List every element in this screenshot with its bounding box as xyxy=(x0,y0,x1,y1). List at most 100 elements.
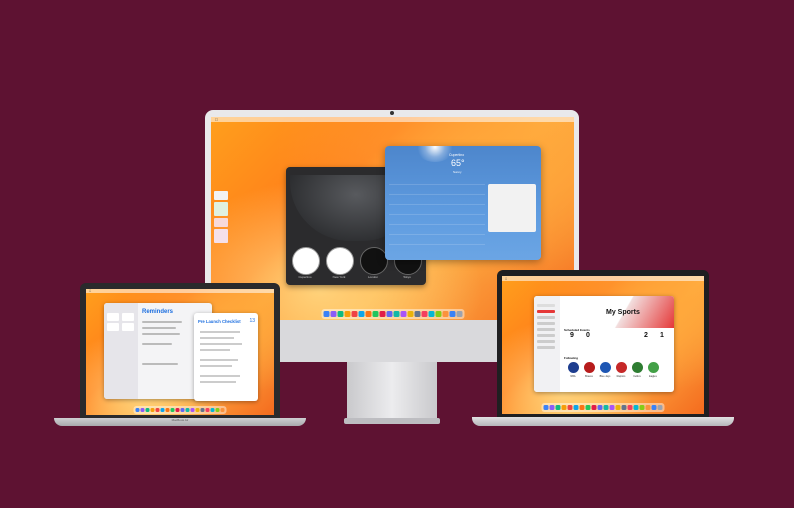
dock-app-icon[interactable] xyxy=(215,408,220,412)
dock-app-icon[interactable] xyxy=(205,408,210,412)
dock-app-icon[interactable] xyxy=(145,408,150,412)
clock-icon xyxy=(360,247,388,275)
weather-city: Cupertino xyxy=(449,153,465,157)
dock-app-icon[interactable] xyxy=(555,405,561,410)
dock-app-icon[interactable] xyxy=(615,405,621,410)
dock-app-icon[interactable] xyxy=(150,408,155,412)
dock-app-icon[interactable] xyxy=(365,311,371,317)
dock-app-icon[interactable] xyxy=(561,405,567,410)
mbp-dock xyxy=(541,403,665,412)
mbp-menu-bar[interactable]:  xyxy=(502,276,704,281)
dock-app-icon[interactable] xyxy=(543,405,549,410)
team-logo-icon[interactable] xyxy=(648,362,659,373)
dock-app-icon[interactable] xyxy=(200,408,205,412)
dock-app-icon[interactable] xyxy=(180,408,185,412)
mba-dock xyxy=(133,406,227,414)
team-logo-icon[interactable] xyxy=(584,362,595,373)
dock-app-icon[interactable] xyxy=(386,311,392,317)
team-logo-icon[interactable] xyxy=(568,362,579,373)
weather-map[interactable] xyxy=(488,184,536,232)
dock-app-icon[interactable] xyxy=(435,311,441,317)
dock-app-icon[interactable] xyxy=(400,311,406,317)
clock-icon xyxy=(326,247,354,275)
weather-condition: Sunny xyxy=(453,170,462,174)
dock-app-icon[interactable] xyxy=(567,405,573,410)
dock-app-icon[interactable] xyxy=(645,405,651,410)
dock-app-icon[interactable] xyxy=(639,405,645,410)
dock-app-icon[interactable] xyxy=(379,311,385,317)
clock-city: Cupertino xyxy=(298,275,312,279)
team-logo-icon[interactable] xyxy=(600,362,611,373)
dock-app-icon[interactable] xyxy=(597,405,603,410)
dock-app-icon[interactable] xyxy=(633,405,639,410)
dock-app-icon[interactable] xyxy=(358,311,364,317)
checklist-window[interactable]: Pre Launch Checklist 13 xyxy=(194,313,258,401)
team-label: Braves xyxy=(585,375,593,378)
dock-app-icon[interactable] xyxy=(627,405,633,410)
dock-app-icon[interactable] xyxy=(573,405,579,410)
dock-app-icon[interactable] xyxy=(351,311,357,317)
dock-app-icon[interactable] xyxy=(175,408,180,412)
weather-window[interactable]: Cupertino 65° Sunny xyxy=(385,146,541,260)
dock-app-icon[interactable] xyxy=(185,408,190,412)
dock-app-icon[interactable] xyxy=(140,408,145,412)
dock-app-icon[interactable] xyxy=(323,311,329,317)
dock-app-icon[interactable] xyxy=(337,311,343,317)
clock-icon xyxy=(292,247,320,275)
dock-app-icon[interactable] xyxy=(442,311,448,317)
dock-app-icon[interactable] xyxy=(549,405,555,410)
mba-menu-bar[interactable]:  xyxy=(86,289,274,293)
reminder-item[interactable] xyxy=(142,333,180,335)
dock-app-icon[interactable] xyxy=(449,311,455,317)
dock-app-icon[interactable] xyxy=(414,311,420,317)
dock-app-icon[interactable] xyxy=(579,405,585,410)
reminder-item[interactable] xyxy=(142,343,172,345)
score: 2 xyxy=(644,332,648,339)
camera-icon xyxy=(390,111,394,115)
dock-app-icon[interactable] xyxy=(160,408,165,412)
imac-stand-foot xyxy=(344,418,440,424)
sports-window[interactable]: My Sports Scheduled Events 9 0 2 1 Follo… xyxy=(534,296,674,392)
team-label: Raptors xyxy=(616,375,626,378)
dock-app-icon[interactable] xyxy=(372,311,378,317)
dock-app-icon[interactable] xyxy=(330,311,336,317)
clock-city: London xyxy=(367,275,378,279)
dock-app-icon[interactable] xyxy=(195,408,200,412)
dock-app-icon[interactable] xyxy=(456,311,462,317)
dock-app-icon[interactable] xyxy=(220,408,225,412)
sports-title: My Sports xyxy=(606,309,640,316)
dock-app-icon[interactable] xyxy=(603,405,609,410)
macbook-air-desktop:  Reminders Pre Launch Checklist 13 xyxy=(86,289,274,415)
dock-app-icon[interactable] xyxy=(155,408,160,412)
sports-sidebar xyxy=(534,296,560,392)
dock-app-icon[interactable] xyxy=(190,408,195,412)
score: 1 xyxy=(660,332,664,339)
dock-app-icon[interactable] xyxy=(210,408,215,412)
dock-app-icon[interactable] xyxy=(591,405,597,410)
dock-app-icon[interactable] xyxy=(135,408,140,412)
reminder-item[interactable] xyxy=(142,363,178,365)
dock-app-icon[interactable] xyxy=(621,405,627,410)
desktop-widgets xyxy=(214,191,228,251)
dock-app-icon[interactable] xyxy=(165,408,170,412)
reminder-item[interactable] xyxy=(142,321,182,323)
apple-icon[interactable]:  xyxy=(89,289,91,293)
team-logo-icon[interactable] xyxy=(632,362,643,373)
team-logo-icon[interactable] xyxy=(616,362,627,373)
reminders-sidebar xyxy=(104,303,138,399)
dock-app-icon[interactable] xyxy=(170,408,175,412)
dock-app-icon[interactable] xyxy=(421,311,427,317)
dock-app-icon[interactable] xyxy=(393,311,399,317)
dock-app-icon[interactable] xyxy=(428,311,434,317)
imac-menu-bar[interactable]:  xyxy=(211,117,574,122)
apple-icon[interactable]:  xyxy=(215,117,218,122)
dock-app-icon[interactable] xyxy=(407,311,413,317)
dock-app-icon[interactable] xyxy=(344,311,350,317)
dock-app-icon[interactable] xyxy=(609,405,615,410)
weather-temp: 65° xyxy=(451,158,465,168)
dock-app-icon[interactable] xyxy=(651,405,657,410)
dock-app-icon[interactable] xyxy=(657,405,663,410)
reminder-item[interactable] xyxy=(142,327,176,329)
apple-icon[interactable]:  xyxy=(505,277,507,281)
dock-app-icon[interactable] xyxy=(585,405,591,410)
